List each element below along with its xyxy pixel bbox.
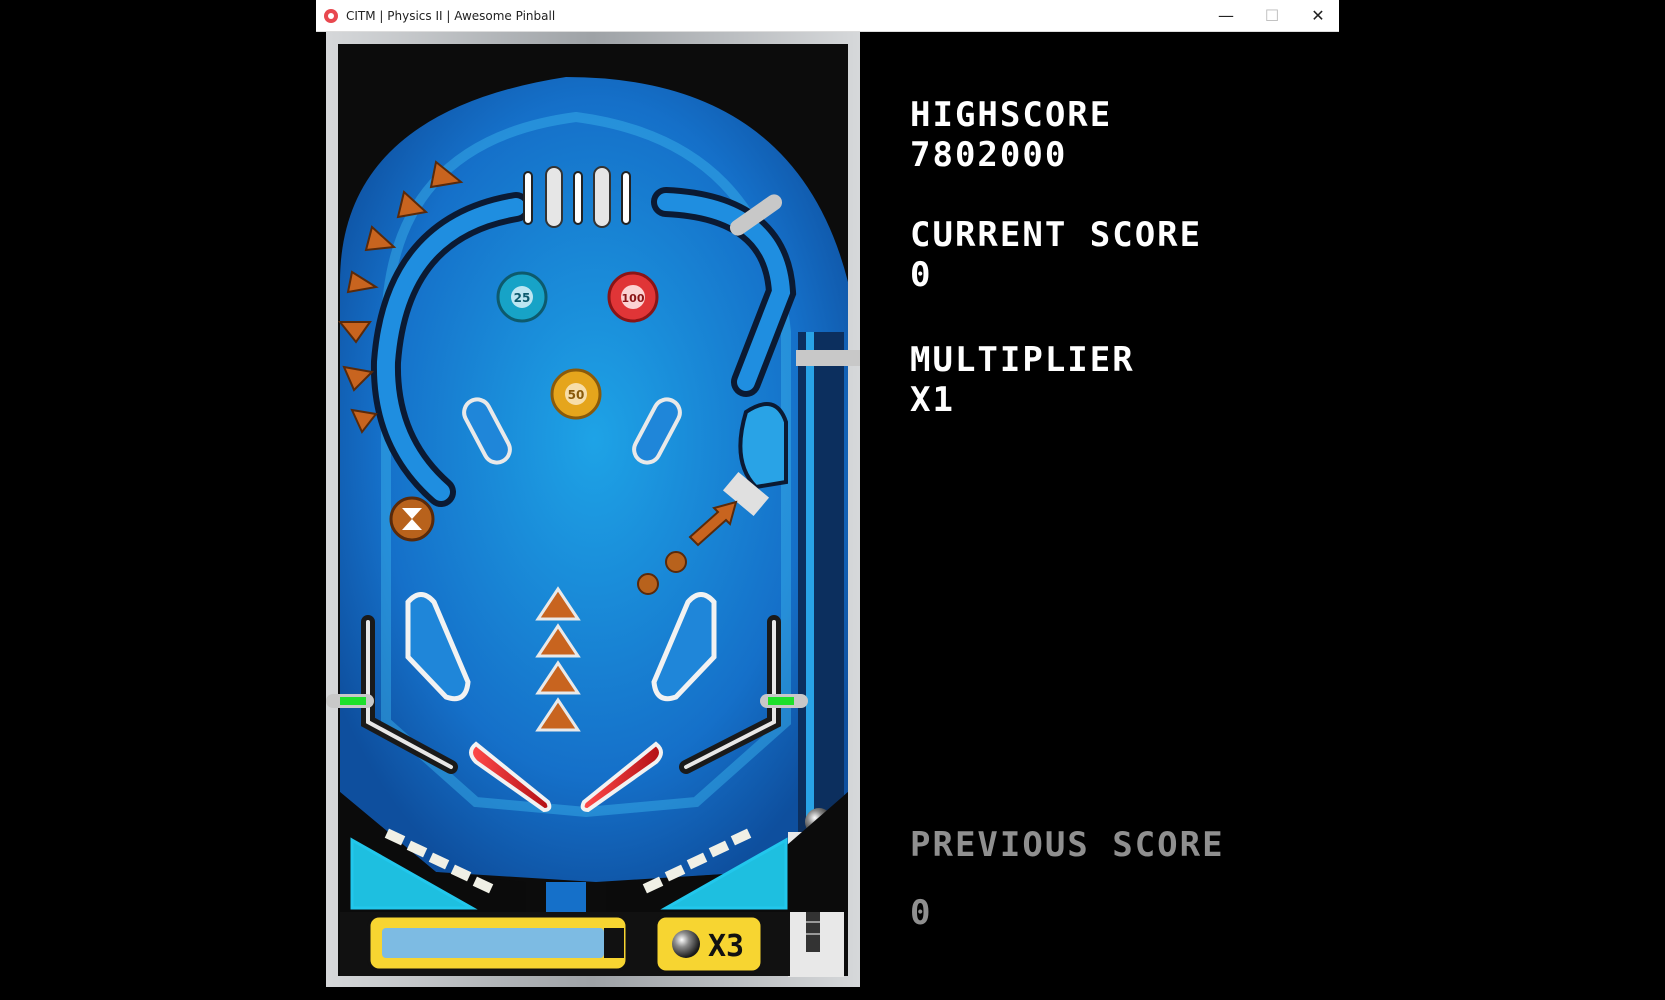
right-kicker: [738, 402, 788, 490]
lane-gate: [796, 350, 860, 366]
launch-power-cap: [604, 928, 624, 958]
highscore-value: 7802000: [910, 135, 1068, 175]
pinball-table: 25 100 50 X3: [326, 32, 860, 987]
bumper-25: 25: [496, 271, 548, 323]
bumper-25-label: 25: [514, 291, 531, 305]
left-lane-light: [340, 697, 366, 705]
previous-score-panel: PREVIOUS SCORE 0: [910, 825, 1225, 933]
previous-score-value: 0: [910, 893, 933, 933]
title-bar: CITM | Physics II | Awesome Pinball — ☐ …: [316, 0, 1339, 32]
multiplier-value: X1: [910, 380, 955, 420]
minimize-button[interactable]: —: [1203, 0, 1249, 31]
maximize-button[interactable]: ☐: [1249, 0, 1295, 31]
bumper-50-label: 50: [568, 388, 585, 402]
highscore-label: HIGHSCORE: [910, 95, 1113, 135]
right-lane-light: [768, 697, 794, 705]
current-score-label: CURRENT SCORE: [910, 215, 1203, 255]
current-score-value: 0: [910, 255, 933, 295]
multiplier-panel: MULTIPLIER X1: [910, 340, 1135, 420]
multiplier-label: MULTIPLIER: [910, 340, 1135, 380]
window-title: CITM | Physics II | Awesome Pinball: [346, 8, 556, 23]
bumper-100: 100: [607, 271, 659, 323]
launch-power-fill: [382, 928, 604, 958]
plunger-rail: [806, 332, 814, 822]
hourglass-icon: [389, 496, 435, 542]
bumper-100-label: 100: [622, 292, 645, 305]
highscore-panel: HIGHSCORE 7802000: [910, 95, 1112, 175]
previous-score-label: PREVIOUS SCORE: [910, 825, 1225, 865]
current-score-panel: CURRENT SCORE 0: [910, 215, 1202, 295]
lives-count: X3: [708, 929, 744, 964]
app-icon: [324, 8, 338, 23]
lives-ball-icon: [672, 930, 700, 958]
close-button[interactable]: ✕: [1295, 0, 1341, 31]
bumper-50: 50: [550, 368, 602, 420]
drain: [546, 882, 586, 912]
